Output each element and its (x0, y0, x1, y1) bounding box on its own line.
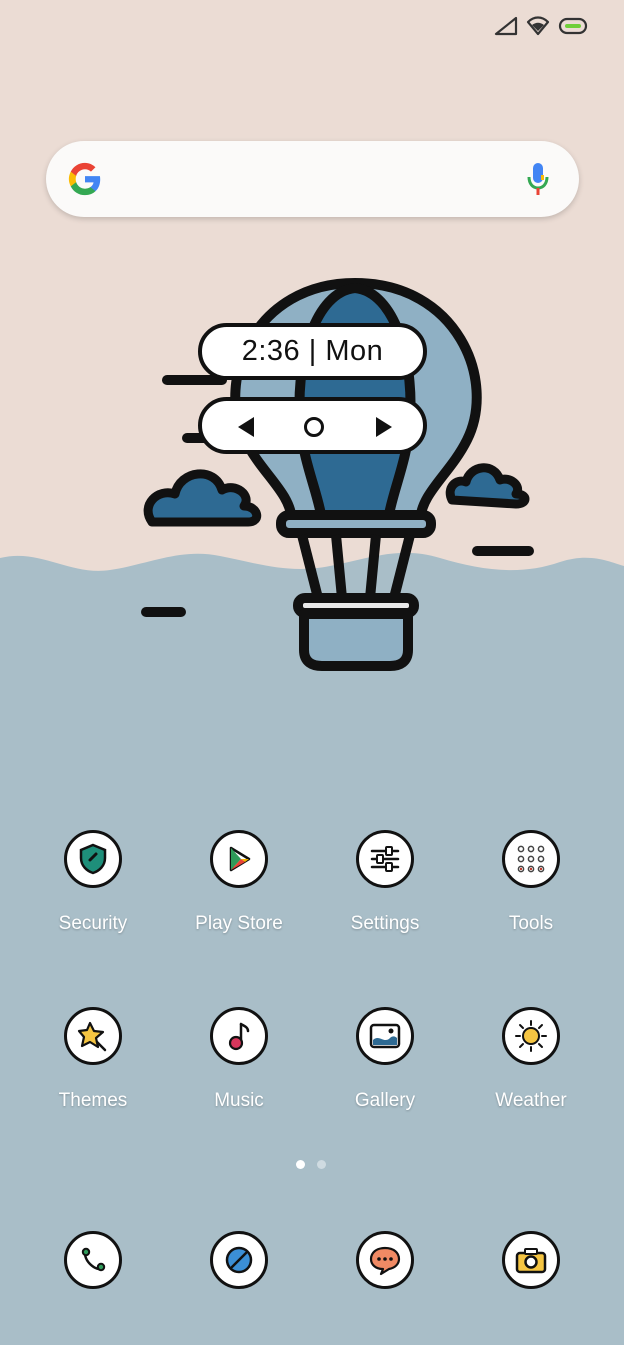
signal-icon (494, 16, 518, 36)
sun-icon (502, 1007, 560, 1065)
dock-camera[interactable] (461, 1231, 601, 1345)
clock-widget[interactable]: 2:36 | Mon (198, 323, 427, 380)
battery-icon (558, 17, 588, 35)
recents-icon[interactable] (370, 413, 398, 441)
shield-icon (64, 830, 122, 888)
app-label: Play Store (195, 913, 283, 934)
image-icon (356, 1007, 414, 1065)
app-label: Weather (495, 1090, 567, 1111)
app-label: Tools (508, 913, 554, 934)
app-label: Gallery (354, 1090, 416, 1111)
back-icon[interactable] (232, 413, 260, 441)
star-icon (64, 1007, 122, 1065)
app-label: Security (58, 913, 128, 934)
app-weather[interactable]: Weather (461, 1007, 601, 1137)
app-label: Settings (350, 913, 420, 934)
app-music[interactable]: Music (169, 1007, 309, 1137)
home-icon[interactable] (300, 413, 328, 441)
home-screen: 2:36 | Mon Security Play Store Settings … (0, 0, 624, 1345)
browser-icon (210, 1231, 268, 1289)
app-play-store[interactable]: Play Store (169, 830, 309, 960)
clock-text: 2:36 | Mon (241, 335, 384, 367)
app-label: Music (214, 1090, 264, 1111)
dock-browser[interactable] (169, 1231, 309, 1345)
message-icon (356, 1231, 414, 1289)
page-dot (317, 1160, 326, 1169)
app-tools[interactable]: Tools (461, 830, 601, 960)
page-dot-active (296, 1160, 305, 1169)
sliders-icon (356, 830, 414, 888)
dock-phone[interactable] (23, 1231, 163, 1345)
phone-icon (64, 1231, 122, 1289)
music-note-icon (210, 1007, 268, 1065)
wifi-icon (526, 16, 550, 36)
google-g-icon (68, 162, 101, 196)
app-settings[interactable]: Settings (315, 830, 455, 960)
grid-dots-icon (502, 830, 560, 888)
app-gallery[interactable]: Gallery (315, 1007, 455, 1137)
app-security[interactable]: Security (23, 830, 163, 960)
app-themes[interactable]: Themes (23, 1007, 163, 1137)
status-bar (494, 16, 588, 36)
mic-icon[interactable] (527, 162, 549, 196)
dock-messages[interactable] (315, 1231, 455, 1345)
app-label: Themes (58, 1090, 128, 1111)
camera-icon (502, 1231, 560, 1289)
google-search-bar[interactable] (46, 141, 579, 217)
play-store-icon (210, 830, 268, 888)
nav-widget (198, 397, 427, 454)
page-indicator (296, 1160, 326, 1169)
